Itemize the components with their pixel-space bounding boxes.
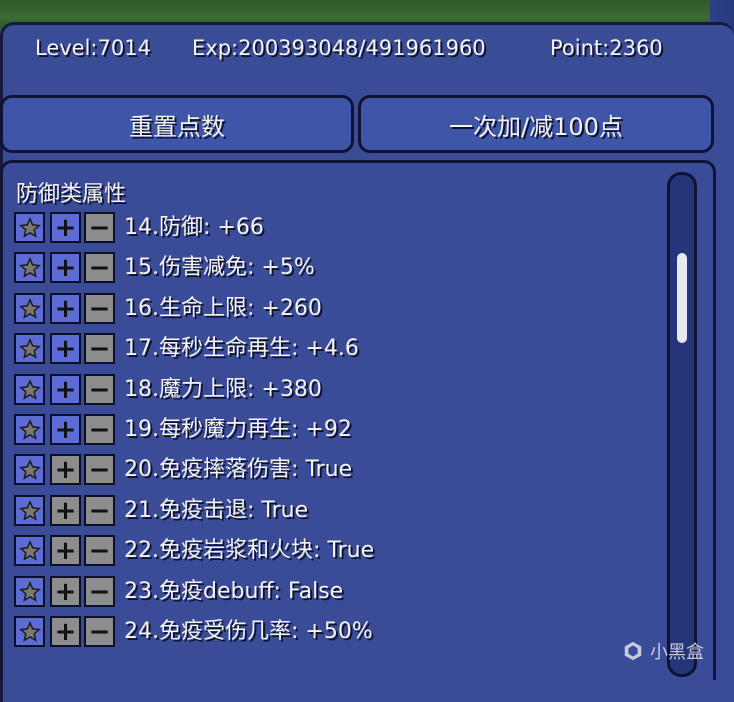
- favorite-star-button[interactable]: [14, 576, 45, 607]
- star-icon: [18, 418, 41, 440]
- favorite-star-button[interactable]: [14, 414, 45, 445]
- attribute-label: 14.防御: +66: [124, 215, 264, 240]
- increase-plus-button[interactable]: +: [50, 374, 81, 405]
- increase-plus-button[interactable]: +: [50, 576, 81, 607]
- star-icon: [18, 620, 41, 642]
- attribute-row: + −23.免疫debuff: False: [14, 576, 654, 610]
- star-icon: [18, 499, 41, 521]
- attribute-label: 17.每秒生命再生: +4.6: [124, 336, 359, 361]
- favorite-star-button[interactable]: [14, 616, 45, 647]
- attribute-row: + −14.防御: +66: [14, 212, 654, 246]
- star-icon: [18, 337, 41, 359]
- decrease-minus-button[interactable]: −: [84, 414, 115, 445]
- scrollbar[interactable]: [667, 172, 697, 677]
- points-readout: Point:2360: [550, 36, 663, 60]
- increase-plus-button[interactable]: +: [50, 616, 81, 647]
- favorite-star-button[interactable]: [14, 293, 45, 324]
- favorite-star-button[interactable]: [14, 535, 45, 566]
- favorite-star-button[interactable]: [14, 212, 45, 243]
- decrease-minus-button[interactable]: −: [84, 374, 115, 405]
- decrease-minus-button[interactable]: −: [84, 535, 115, 566]
- watermark: 小黑盒: [622, 636, 704, 666]
- decrease-minus-button[interactable]: −: [84, 454, 115, 485]
- attribute-row: + −18.魔力上限: +380: [14, 374, 654, 408]
- favorite-star-button[interactable]: [14, 333, 45, 364]
- attribute-row: + −20.免疫摔落伤害: True: [14, 454, 654, 488]
- decrease-minus-button[interactable]: −: [84, 576, 115, 607]
- attribute-label: 24.免疫受伤几率: +50%: [124, 619, 373, 644]
- attribute-label: 15.伤害减免: +5%: [124, 255, 315, 280]
- favorite-star-button[interactable]: [14, 374, 45, 405]
- star-icon: [18, 539, 41, 561]
- watermark-text: 小黑盒: [650, 642, 704, 663]
- increase-plus-button[interactable]: +: [50, 535, 81, 566]
- attribute-label: 16.生命上限: +260: [124, 296, 322, 321]
- increase-plus-button[interactable]: +: [50, 333, 81, 364]
- attribute-row: + −19.每秒魔力再生: +92: [14, 414, 654, 448]
- reset-points-button[interactable]: 重置点数: [0, 95, 354, 153]
- exp-readout: Exp:200393048/491961960: [192, 36, 486, 60]
- attribute-row: + −22.免疫岩浆和火块: True: [14, 535, 654, 569]
- decrease-minus-button[interactable]: −: [84, 252, 115, 283]
- star-icon: [18, 297, 41, 319]
- increase-plus-button[interactable]: +: [50, 414, 81, 445]
- favorite-star-button[interactable]: [14, 252, 45, 283]
- decrease-minus-button[interactable]: −: [84, 293, 115, 324]
- decrease-minus-button[interactable]: −: [84, 616, 115, 647]
- star-icon: [18, 378, 41, 400]
- favorite-star-button[interactable]: [14, 454, 45, 485]
- decrease-minus-button[interactable]: −: [84, 212, 115, 243]
- attribute-row: + −16.生命上限: +260: [14, 293, 654, 327]
- watermark-logo-icon: [624, 641, 642, 661]
- attribute-row: + −17.每秒生命再生: +4.6: [14, 333, 654, 367]
- star-icon: [18, 256, 41, 278]
- attribute-row: + −21.免疫击退: True: [14, 495, 654, 529]
- level-readout: Level:7014: [35, 36, 151, 60]
- increase-plus-button[interactable]: +: [50, 252, 81, 283]
- stats-bar: Level:7014 Exp:200393048/491961960 Point…: [0, 36, 734, 72]
- decrease-minus-button[interactable]: −: [84, 333, 115, 364]
- attribute-row: + −15.伤害减免: +5%: [14, 252, 654, 286]
- attribute-label: 22.免疫岩浆和火块: True: [124, 538, 375, 563]
- increase-plus-button[interactable]: +: [50, 293, 81, 324]
- star-icon: [18, 580, 41, 602]
- star-icon: [18, 216, 41, 238]
- attribute-label: 19.每秒魔力再生: +92: [124, 417, 352, 442]
- decrease-minus-button[interactable]: −: [84, 495, 115, 526]
- attribute-label: 20.免疫摔落伤害: True: [124, 457, 353, 482]
- increase-plus-button[interactable]: +: [50, 495, 81, 526]
- attribute-label: 18.魔力上限: +380: [124, 377, 322, 402]
- attribute-label: 23.免疫debuff: False: [124, 579, 344, 604]
- step-toggle-button[interactable]: 一次加/减100点: [358, 95, 714, 153]
- increase-plus-button[interactable]: +: [50, 212, 81, 243]
- attribute-label: 21.免疫击退: True: [124, 498, 309, 523]
- attribute-row: + −24.免疫受伤几率: +50%: [14, 616, 654, 650]
- favorite-star-button[interactable]: [14, 495, 45, 526]
- increase-plus-button[interactable]: +: [50, 454, 81, 485]
- scrollbar-thumb[interactable]: [677, 253, 687, 343]
- section-title: 防御类属性: [16, 182, 127, 207]
- star-icon: [18, 458, 41, 480]
